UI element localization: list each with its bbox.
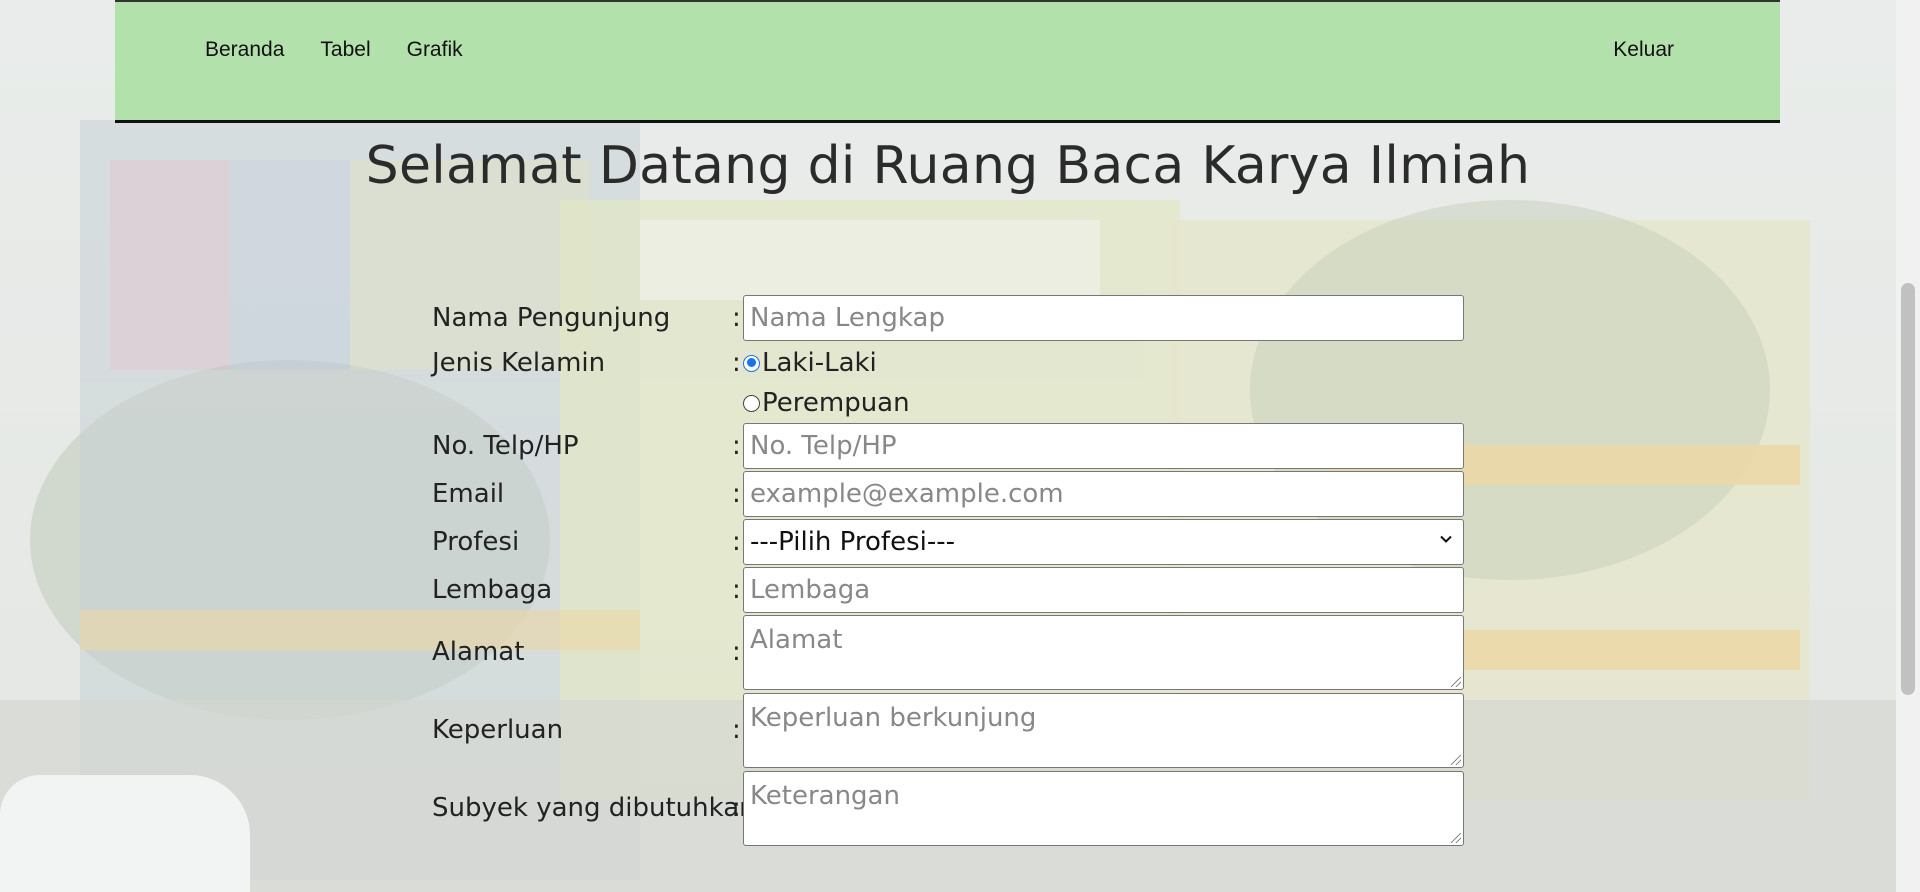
nav-grafik[interactable]: Grafik	[407, 38, 463, 62]
purpose-textarea[interactable]: Keperluan berkunjung	[743, 693, 1464, 768]
gender-option-label: Perempuan	[762, 388, 910, 418]
nav-links: Beranda Tabel Grafik	[205, 38, 463, 62]
colon: :	[732, 527, 741, 557]
nav-beranda[interactable]: Beranda	[205, 38, 284, 62]
purpose-placeholder: Keperluan berkunjung	[750, 703, 1037, 733]
page-title: Selamat Datang di Ruang Baca Karya Ilmia…	[365, 136, 1531, 196]
address-textarea[interactable]: Alamat	[743, 615, 1464, 690]
colon: :	[732, 637, 741, 667]
colon: :	[732, 303, 741, 333]
address-placeholder: Alamat	[750, 625, 843, 655]
email-label: Email	[432, 479, 505, 509]
purpose-label: Keperluan	[432, 715, 564, 745]
gender-option-label: Laki-Laki	[762, 348, 877, 378]
colon: :	[732, 348, 741, 378]
radio-female[interactable]	[743, 394, 760, 412]
radio-male[interactable]	[743, 354, 760, 372]
chevron-down-icon	[1440, 535, 1452, 543]
navbar: Beranda Tabel Grafik Keluar	[115, 0, 1780, 123]
nav-tabel[interactable]: Tabel	[320, 38, 370, 62]
resize-handle-icon[interactable]	[1451, 755, 1461, 765]
colon: :	[732, 793, 741, 823]
colon: :	[732, 715, 741, 745]
resize-handle-icon[interactable]	[1451, 677, 1461, 687]
profession-label: Profesi	[432, 527, 520, 557]
colon: :	[732, 479, 741, 509]
gender-option-female[interactable]: Perempuan	[743, 388, 910, 418]
subject-label: Subyek yang dibutuhkan	[432, 793, 756, 823]
subject-placeholder: Keterangan	[750, 781, 900, 811]
logout-link[interactable]: Keluar	[1613, 38, 1674, 62]
phone-label: No. Telp/HP	[432, 431, 579, 461]
address-label: Alamat	[432, 637, 525, 667]
gender-option-male[interactable]: Laki-Laki	[743, 348, 877, 378]
profession-select-value: ---Pilih Profesi---	[750, 527, 955, 557]
institution-label: Lembaga	[432, 575, 553, 605]
institution-input[interactable]: Lembaga	[743, 567, 1464, 613]
profession-select[interactable]: ---Pilih Profesi---	[743, 519, 1464, 565]
page-scrollbar[interactable]	[1896, 0, 1920, 892]
email-input[interactable]: example@example.com	[743, 471, 1464, 517]
phone-input[interactable]: No. Telp/HP	[743, 423, 1464, 469]
name-label: Nama Pengunjung	[432, 303, 671, 333]
scrollbar-thumb[interactable]	[1901, 283, 1915, 695]
resize-handle-icon[interactable]	[1451, 833, 1461, 843]
colon: :	[732, 575, 741, 605]
subject-textarea[interactable]: Keterangan	[743, 771, 1464, 846]
colon: :	[732, 431, 741, 461]
gender-label: Jenis Kelamin	[432, 348, 606, 378]
name-input[interactable]: Nama Lengkap	[743, 295, 1464, 341]
